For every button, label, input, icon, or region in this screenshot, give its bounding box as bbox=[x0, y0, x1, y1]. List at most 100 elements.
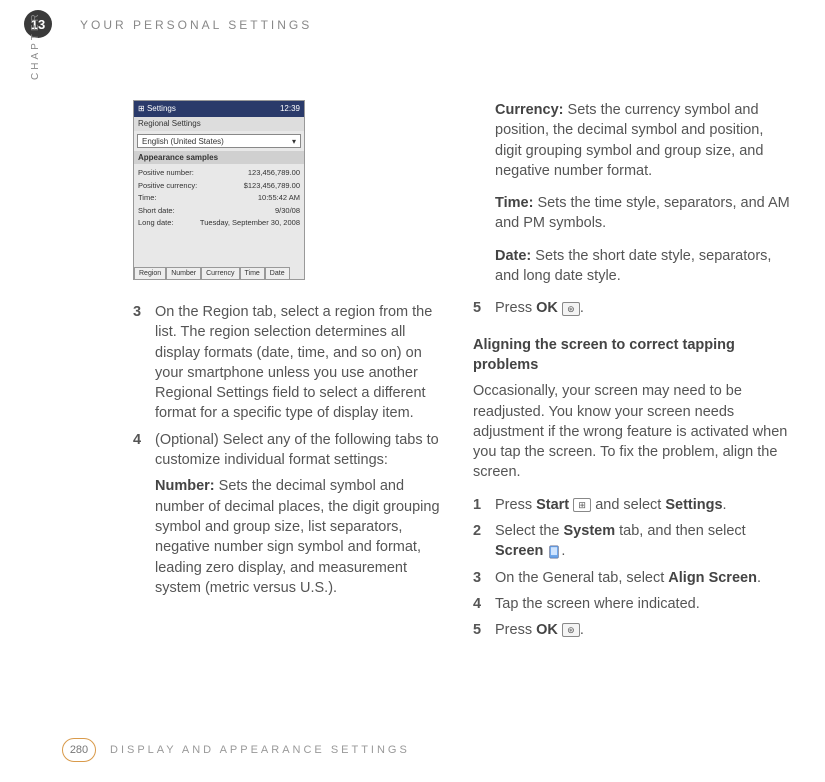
t: Press bbox=[495, 497, 536, 513]
step-text: (Optional) Select any of the following t… bbox=[155, 430, 453, 598]
device-screenshot: ⊞ Settings 12:39 Regional Settings Engli… bbox=[133, 100, 305, 280]
align-step-1: 1 Press Start ⊞ and select Settings. bbox=[473, 495, 793, 515]
time-text: Sets the time style, separators, and AM … bbox=[495, 195, 790, 231]
t: Select the bbox=[495, 523, 564, 539]
row-value: 123,456,789.00 bbox=[248, 168, 300, 179]
date-label: Date: bbox=[495, 248, 531, 264]
step-text: Press OK ⊛. bbox=[495, 298, 793, 318]
currency-block: Currency: Sets the currency symbol and p… bbox=[473, 100, 793, 181]
t: and select bbox=[591, 497, 665, 513]
screenshot-tab: Time bbox=[240, 267, 265, 280]
align-heading: Aligning the screen to correct tapping p… bbox=[473, 335, 793, 376]
t: Press bbox=[495, 300, 536, 316]
step-text: Tap the screen where indicated. bbox=[495, 594, 793, 614]
screen-icon bbox=[547, 545, 561, 559]
t: . bbox=[723, 497, 727, 513]
align-steps-list: 1 Press Start ⊞ and select Settings. 2 S… bbox=[473, 495, 793, 641]
t: Press bbox=[495, 622, 536, 638]
time-label: Time: bbox=[495, 195, 533, 211]
ok-label: OK bbox=[536, 300, 558, 316]
screenshot-tab: Currency bbox=[201, 267, 239, 280]
screenshot-clock: 12:39 bbox=[280, 103, 300, 114]
row-value: $123,456,789.00 bbox=[244, 181, 300, 192]
start-label: Start bbox=[536, 497, 569, 513]
page-number-badge: 280 bbox=[62, 738, 96, 762]
t: . bbox=[561, 543, 565, 559]
align-step-5: 5 Press OK ⊛. bbox=[473, 620, 793, 640]
screenshot-section-label: Appearance samples bbox=[134, 151, 304, 164]
date-text: Sets the short date style, separators, a… bbox=[495, 248, 771, 284]
date-block: Date: Sets the short date style, separat… bbox=[473, 246, 793, 287]
row-value: 10:55:42 AM bbox=[258, 193, 300, 204]
left-column: ⊞ Settings 12:39 Regional Settings Engli… bbox=[133, 100, 453, 647]
row-label: Time: bbox=[138, 193, 156, 204]
row-value: Tuesday, September 30, 2008 bbox=[200, 218, 300, 229]
chapter-side-label: CHAPTER bbox=[30, 11, 41, 80]
settings-label: Settings bbox=[665, 497, 722, 513]
currency-label: Currency: bbox=[495, 102, 564, 118]
screenshot-row: Time: 10:55:42 AM bbox=[138, 193, 300, 204]
system-label: System bbox=[564, 523, 616, 539]
screenshot-topbar: ⊞ Settings 12:39 bbox=[134, 101, 304, 117]
t: . bbox=[580, 300, 584, 316]
screenshot-tab: Region bbox=[134, 267, 166, 280]
align-step-2: 2 Select the System tab, and then select… bbox=[473, 521, 793, 562]
row-value: 9/30/08 bbox=[275, 206, 300, 217]
step-number: 4 bbox=[473, 594, 495, 614]
screen-label: Screen bbox=[495, 543, 543, 559]
t: tab, and then select bbox=[615, 523, 746, 539]
ok-icon: ⊛ bbox=[562, 623, 580, 637]
ok-label: OK bbox=[536, 622, 558, 638]
footer-title: DISPLAY AND APPEARANCE SETTINGS bbox=[110, 744, 410, 756]
screenshot-app-title: ⊞ Settings bbox=[138, 103, 176, 114]
align-screen-label: Align Screen bbox=[668, 570, 757, 586]
content-columns: ⊞ Settings 12:39 Regional Settings Engli… bbox=[133, 100, 793, 647]
page-header-title: YOUR PERSONAL SETTINGS bbox=[80, 18, 312, 32]
step-3: 3 On the Region tab, select a region fro… bbox=[133, 302, 453, 424]
step-text: Select the System tab, and then select S… bbox=[495, 521, 793, 562]
screenshot-row: Positive currency: $123,456,789.00 bbox=[138, 181, 300, 192]
align-step-3: 3 On the General tab, select Align Scree… bbox=[473, 568, 793, 588]
align-intro: Occasionally, your screen may need to be… bbox=[473, 381, 793, 482]
right-column: Currency: Sets the currency symbol and p… bbox=[473, 100, 793, 647]
step-text: On the General tab, select Align Screen. bbox=[495, 568, 793, 588]
step-text: Press OK ⊛. bbox=[495, 620, 793, 640]
screenshot-region-dropdown: English (United States) ▾ bbox=[137, 134, 301, 148]
screenshot-tabs: Region Number Currency Time Date bbox=[134, 267, 290, 280]
step-4-number-block: Number: Sets the decimal symbol and numb… bbox=[155, 476, 453, 598]
t: . bbox=[580, 622, 584, 638]
step-4: 4 (Optional) Select any of the following… bbox=[133, 430, 453, 598]
chevron-down-icon: ▾ bbox=[292, 136, 296, 146]
left-steps-list: 3 On the Region tab, select a region fro… bbox=[133, 302, 453, 598]
screenshot-row: Long date: Tuesday, September 30, 2008 bbox=[138, 218, 300, 229]
step-number: 5 bbox=[473, 620, 495, 640]
align-step-4: 4 Tap the screen where indicated. bbox=[473, 594, 793, 614]
step-number: 1 bbox=[473, 495, 495, 515]
step-4-intro: (Optional) Select any of the following t… bbox=[155, 432, 439, 468]
screenshot-subheader: Regional Settings bbox=[134, 117, 304, 131]
screenshot-body: Positive number: 123,456,789.00 Positive … bbox=[134, 164, 304, 233]
screenshot-tab: Number bbox=[166, 267, 201, 280]
step-number: 4 bbox=[133, 430, 155, 598]
row-label: Short date: bbox=[138, 206, 175, 217]
row-label: Long date: bbox=[138, 218, 173, 229]
screenshot-app-name: Settings bbox=[147, 104, 176, 113]
time-block: Time: Sets the time style, separators, a… bbox=[473, 193, 793, 234]
page-footer: 280 DISPLAY AND APPEARANCE SETTINGS bbox=[62, 738, 410, 762]
screenshot-tab: Date bbox=[265, 267, 290, 280]
step-number: 2 bbox=[473, 521, 495, 562]
step-number: 3 bbox=[473, 568, 495, 588]
t: . bbox=[757, 570, 761, 586]
screenshot-row: Positive number: 123,456,789.00 bbox=[138, 168, 300, 179]
step-text: Press Start ⊞ and select Settings. bbox=[495, 495, 793, 515]
step-number: 3 bbox=[133, 302, 155, 424]
row-label: Positive number: bbox=[138, 168, 194, 179]
step-number: 5 bbox=[473, 298, 495, 318]
windows-logo-icon: ⊞ bbox=[138, 104, 145, 113]
step-text: On the Region tab, select a region from … bbox=[155, 302, 453, 424]
screenshot-row: Short date: 9/30/08 bbox=[138, 206, 300, 217]
screenshot-dropdown-value: English (United States) bbox=[142, 136, 224, 146]
row-label: Positive currency: bbox=[138, 181, 197, 192]
number-label: Number: bbox=[155, 478, 215, 494]
ok-icon: ⊛ bbox=[562, 302, 580, 316]
